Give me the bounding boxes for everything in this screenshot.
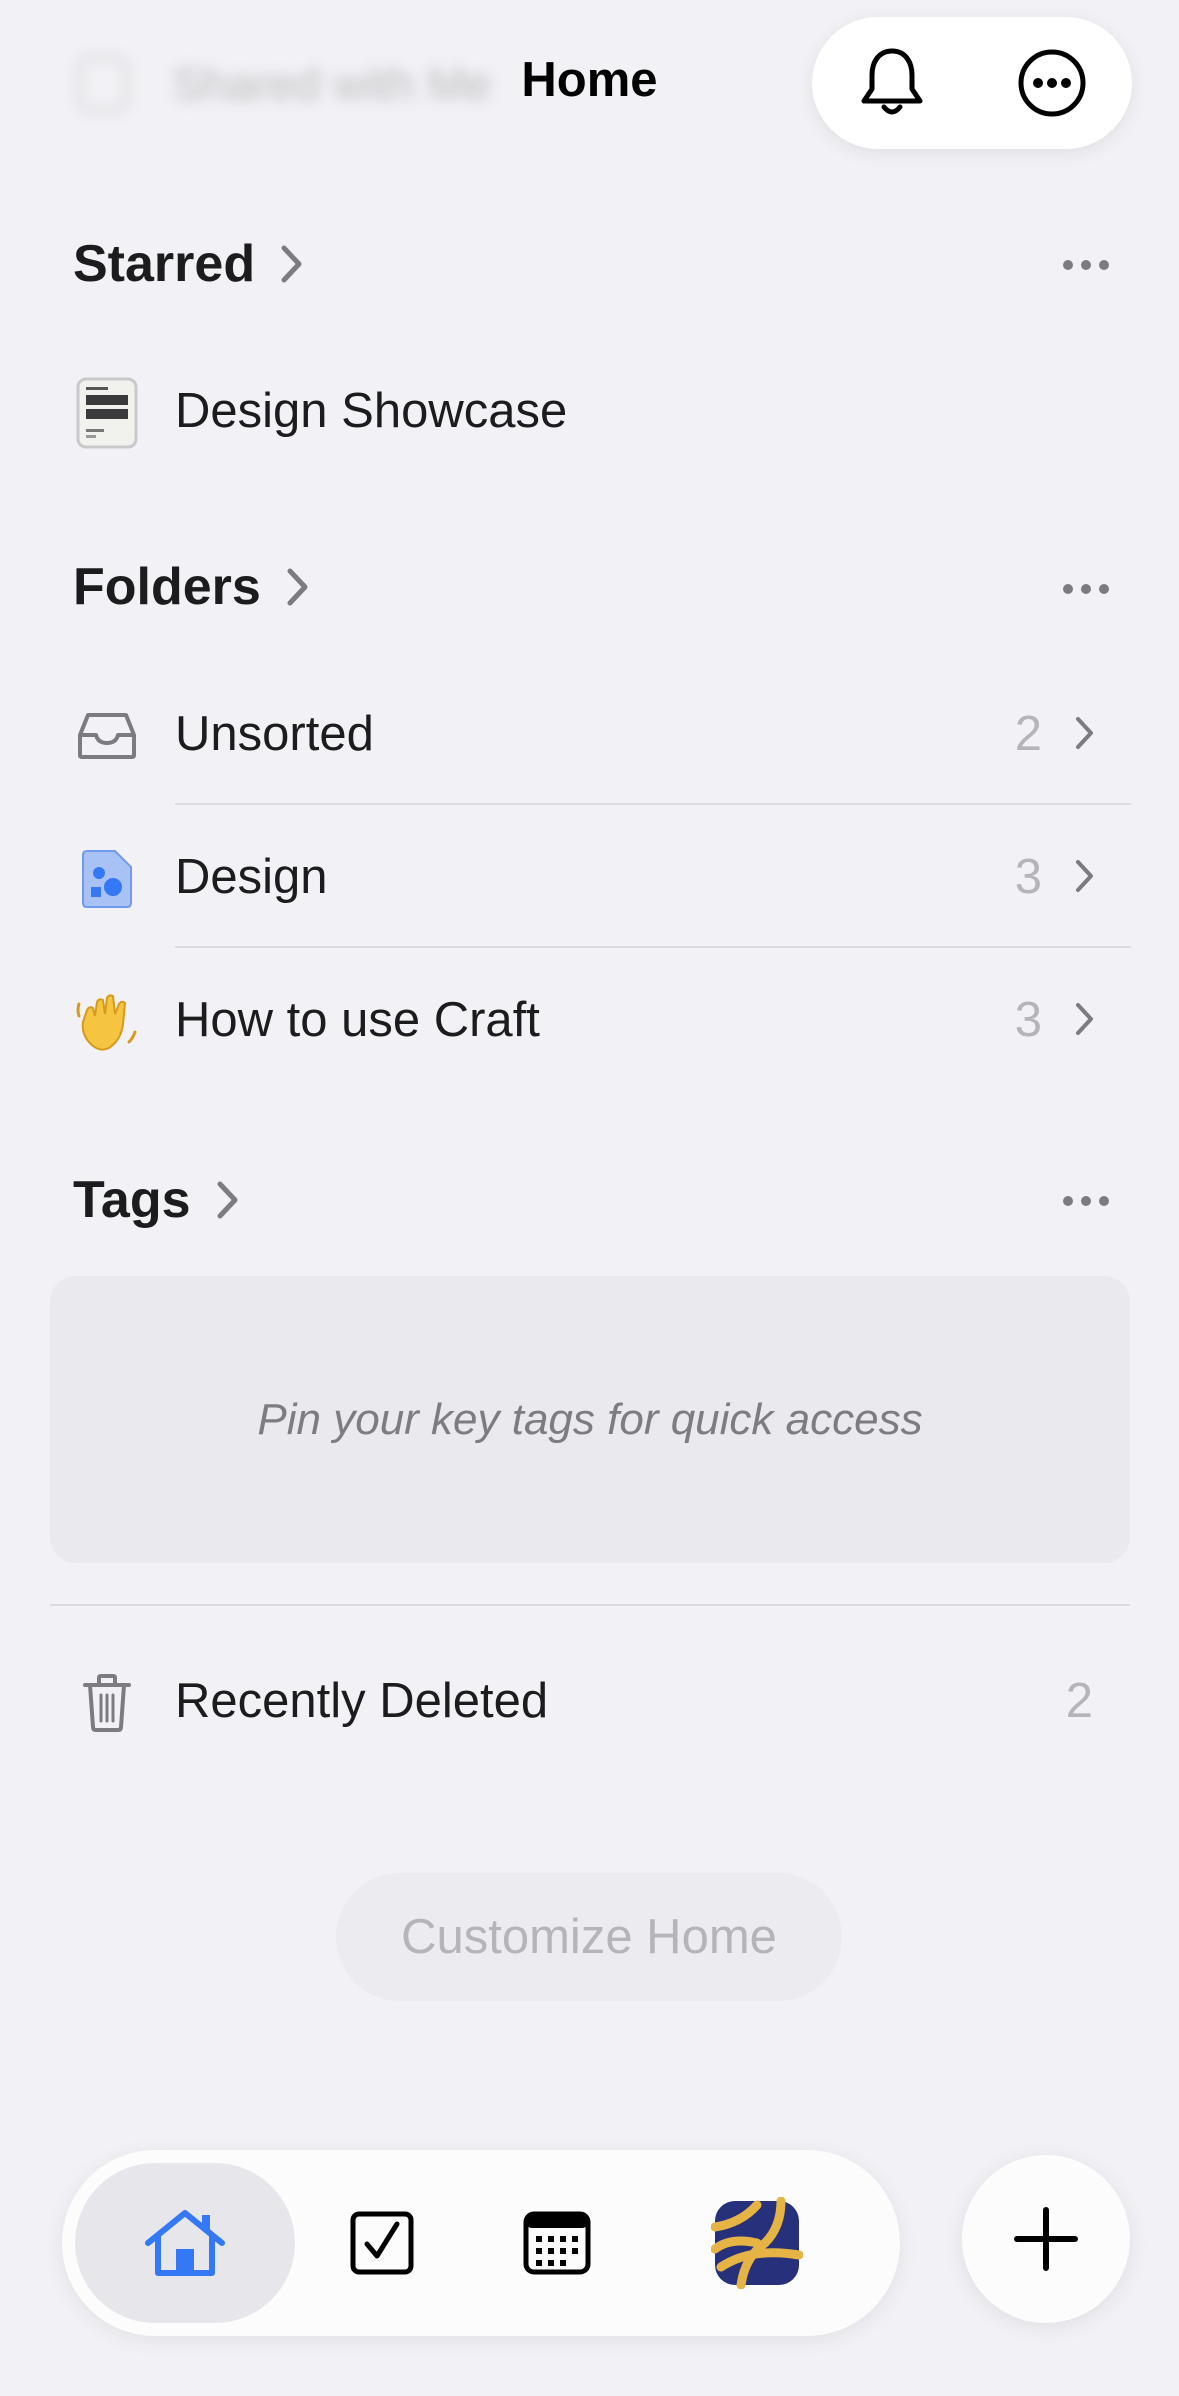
folder-row-design[interactable]: Design 3 bbox=[0, 805, 1179, 948]
home-icon bbox=[145, 2210, 225, 2276]
folder-label: How to use Craft bbox=[175, 993, 540, 1047]
tab-tasks[interactable] bbox=[312, 2163, 452, 2323]
folders-more-button[interactable] bbox=[1063, 584, 1109, 594]
checkbox-icon bbox=[350, 2211, 414, 2275]
chevron-right-icon bbox=[281, 245, 303, 283]
top-actions-pill bbox=[812, 17, 1132, 149]
folders-title: Folders bbox=[73, 558, 261, 616]
tags-more-button[interactable] bbox=[1063, 1196, 1109, 1206]
shapes-document-icon bbox=[73, 845, 141, 913]
space-logo-icon bbox=[711, 2197, 803, 2289]
folder-count: 3 bbox=[1014, 993, 1042, 1047]
bell-icon[interactable] bbox=[847, 38, 937, 128]
chevron-right-icon bbox=[1075, 716, 1095, 755]
calendar-icon bbox=[523, 2211, 591, 2275]
recently-deleted-label: Recently Deleted bbox=[175, 1674, 549, 1728]
inbox-tray-icon bbox=[73, 702, 141, 770]
chevron-right-icon bbox=[287, 568, 309, 606]
recently-deleted-count: 2 bbox=[1065, 1674, 1093, 1728]
starred-title: Starred bbox=[73, 235, 256, 293]
chevron-right-icon bbox=[217, 1181, 239, 1219]
folder-row-how-to-use-craft[interactable]: How to use Craft 3 bbox=[0, 948, 1179, 1091]
starred-section-header[interactable]: Starred bbox=[73, 234, 303, 294]
folders-section-header[interactable]: Folders bbox=[73, 557, 309, 617]
section-divider bbox=[50, 1604, 1130, 1606]
tags-empty-text: Pin your key tags for quick access bbox=[257, 1394, 923, 1444]
plus-icon bbox=[1014, 2207, 1078, 2271]
tags-empty-state: Pin your key tags for quick access bbox=[50, 1276, 1130, 1563]
trash-icon bbox=[73, 1669, 141, 1737]
chevron-right-icon bbox=[1075, 859, 1095, 898]
recently-deleted-row[interactable]: Recently Deleted 2 bbox=[0, 1629, 1179, 1772]
document-thumbnail-icon bbox=[73, 377, 141, 449]
folder-label: Unsorted bbox=[175, 707, 374, 761]
tab-home[interactable] bbox=[75, 2163, 295, 2323]
folder-count: 2 bbox=[1014, 707, 1042, 761]
tags-title: Tags bbox=[73, 1171, 191, 1229]
folder-label: Design bbox=[175, 850, 328, 904]
tab-space[interactable] bbox=[682, 2163, 832, 2323]
customize-home-button[interactable]: Customize Home bbox=[336, 1873, 842, 2001]
folder-row-unsorted[interactable]: Unsorted 2 bbox=[0, 662, 1179, 805]
folder-count: 3 bbox=[1014, 850, 1042, 904]
starred-item-design-showcase[interactable]: Design Showcase bbox=[0, 339, 1179, 482]
more-options-icon[interactable] bbox=[1007, 38, 1097, 128]
starred-more-button[interactable] bbox=[1063, 260, 1109, 270]
starred-item-label: Design Showcase bbox=[175, 384, 568, 438]
add-button[interactable] bbox=[962, 2155, 1130, 2323]
chevron-right-icon bbox=[1075, 1002, 1095, 1041]
tags-section-header[interactable]: Tags bbox=[73, 1170, 239, 1230]
waving-hand-icon bbox=[73, 988, 141, 1056]
tab-calendar[interactable] bbox=[482, 2163, 632, 2323]
tab-bar bbox=[62, 2150, 900, 2336]
